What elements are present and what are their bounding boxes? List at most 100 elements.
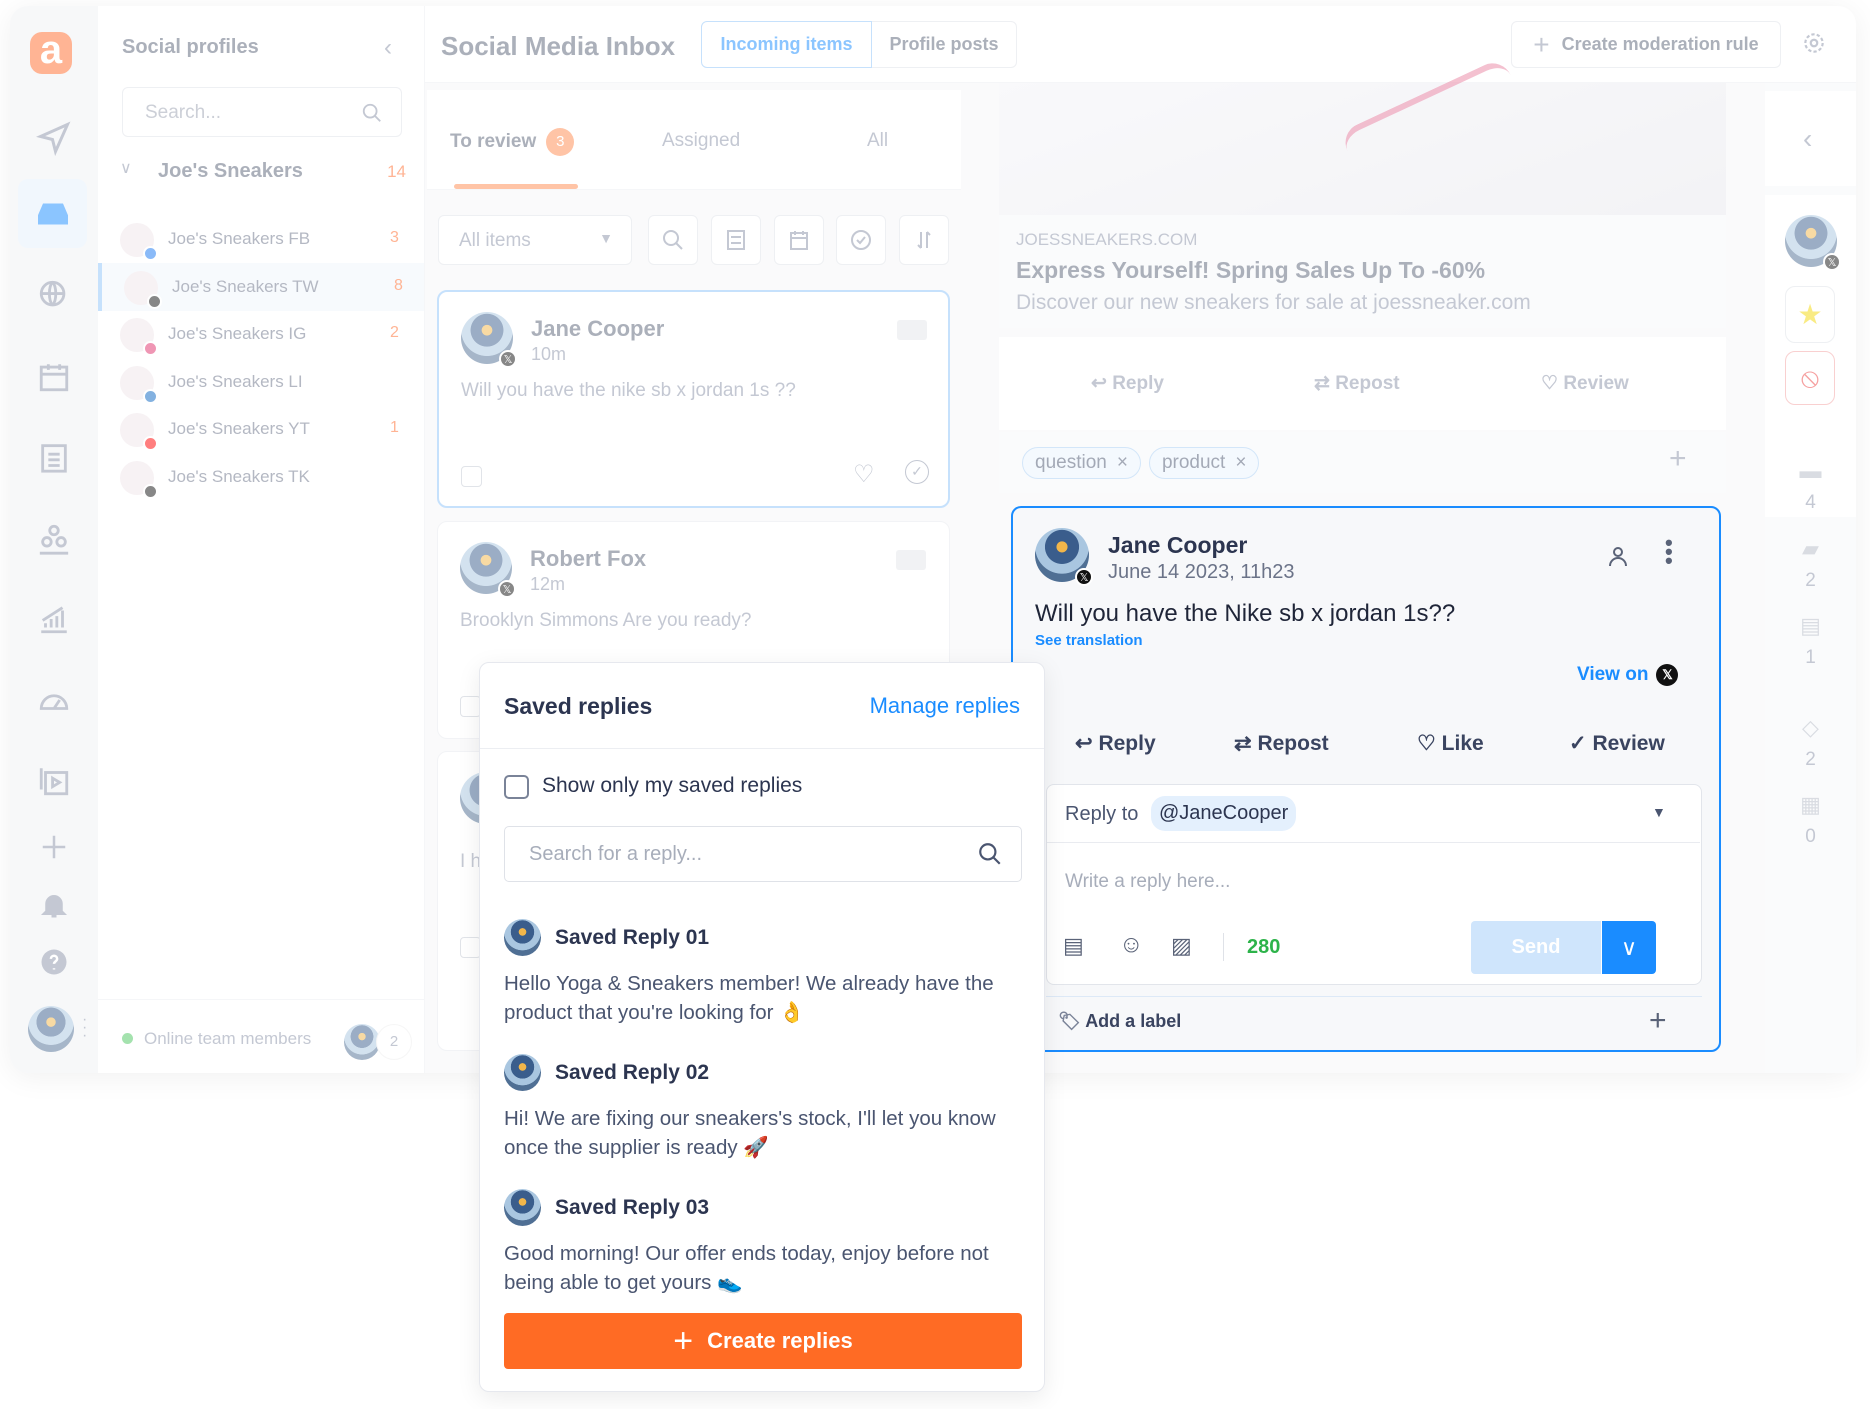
more-options-icon[interactable]: • • •: [1665, 532, 1673, 572]
emoji-icon[interactable]: ☺: [1119, 931, 1144, 959]
globe-search-icon[interactable]: [32, 273, 76, 317]
view-on-x-link[interactable]: View on 𝕏: [1577, 664, 1679, 686]
tag-chip[interactable]: question ×: [1022, 446, 1141, 479]
select-checkbox[interactable]: [460, 937, 481, 958]
review-filter-button[interactable]: [836, 215, 886, 265]
saved-reply-item[interactable]: Saved Reply 01 Hello Yoga & Sneakers mem…: [504, 919, 1024, 1054]
clipboard-icon[interactable]: [32, 435, 76, 479]
review-action[interactable]: ✓ Review: [1569, 731, 1665, 756]
profile-name: Joe's Sneakers TK: [168, 466, 310, 486]
block-user-button[interactable]: ⦸: [1785, 351, 1835, 405]
user-avatar[interactable]: [28, 1006, 74, 1052]
online-count[interactable]: 2: [376, 1024, 412, 1060]
create-replies-button[interactable]: + Create replies: [504, 1313, 1022, 1369]
plus-icon[interactable]: [32, 825, 76, 869]
chevron-down-icon: ∨: [120, 160, 132, 177]
profile-item[interactable]: Joe's Sneakers FB 3: [98, 215, 424, 263]
manage-replies-link[interactable]: Manage replies: [870, 693, 1020, 719]
search-button[interactable]: [648, 215, 698, 265]
reply-title: Saved Reply 02: [555, 1061, 710, 1084]
add-label-plus-icon[interactable]: +: [1649, 1004, 1667, 1038]
show-only-mine-checkbox[interactable]: [504, 775, 529, 799]
profile-item[interactable]: Joe's Sneakers YT 1: [98, 405, 424, 453]
add-label-button[interactable]: 🏷︎ Add a label: [1058, 1011, 1181, 1032]
reply-text-input[interactable]: Write a reply here...: [1065, 871, 1665, 893]
create-moderation-rule-button[interactable]: + Create moderation rule: [1511, 21, 1781, 68]
assign-user-icon[interactable]: [1603, 541, 1633, 571]
remove-tag-icon[interactable]: ×: [1235, 452, 1246, 474]
like-icon[interactable]: ♡: [853, 460, 875, 489]
favorite-star-button[interactable]: ★: [1785, 286, 1835, 343]
group-joes-sneakers[interactable]: ∨ Joe's Sneakers 14: [118, 154, 408, 190]
tags-row: question × product × +: [999, 432, 1726, 493]
dashboard-icon[interactable]: [32, 678, 76, 722]
post-repost-button[interactable]: ⇄ Repost: [1314, 372, 1400, 395]
date-filter-button[interactable]: [774, 215, 824, 265]
filter-settings-button[interactable]: [711, 215, 761, 265]
tab-profile-posts[interactable]: Profile posts: [872, 21, 1017, 68]
collapse-panel-icon[interactable]: ‹: [384, 34, 392, 62]
reply-to-handle: @JaneCooper: [1151, 796, 1297, 831]
select-checkbox[interactable]: [460, 696, 481, 717]
tab-to-review[interactable]: To review 3: [450, 128, 575, 156]
send-icon[interactable]: [32, 116, 76, 160]
send-button[interactable]: Send: [1471, 921, 1601, 974]
reply-search-input[interactable]: Search for a reply...: [504, 826, 1022, 882]
profile-item[interactable]: Joe's Sneakers TK: [98, 453, 424, 501]
user-menu-dots-icon[interactable]: · · ·: [82, 1012, 87, 1044]
analytics-icon[interactable]: [32, 597, 76, 641]
reply-action[interactable]: ↩ Reply: [1075, 731, 1156, 756]
profile-item[interactable]: Joe's Sneakers IG 2: [98, 310, 424, 358]
author-avatar[interactable]: 𝕏: [1035, 528, 1093, 586]
calendar-icon[interactable]: [32, 355, 76, 399]
reply-to-selector[interactable]: Reply to @JaneCooper ▼: [1047, 785, 1700, 843]
review-check-icon[interactable]: ✓: [905, 460, 929, 484]
saved-replies-icon[interactable]: ▤: [1063, 933, 1084, 959]
repost-action[interactable]: ⇄ Repost: [1234, 731, 1329, 756]
settings-gear-icon[interactable]: [1799, 28, 1829, 58]
tag-icon: ◇: [1802, 715, 1819, 740]
profile-name: Joe's Sneakers YT: [168, 419, 310, 438]
team-icon[interactable]: [32, 517, 76, 561]
tab-all[interactable]: All: [867, 130, 888, 152]
profile-name: Joe's Sneakers IG: [168, 324, 307, 343]
contact-avatar[interactable]: 𝕏: [1785, 215, 1841, 271]
link-preview[interactable]: JOESSNEAKERS.COM Express Yourself! Sprin…: [999, 215, 1726, 328]
tab-assigned[interactable]: Assigned: [662, 130, 740, 152]
author-name: Jane Cooper: [1108, 532, 1248, 558]
add-tag-icon[interactable]: +: [1669, 442, 1687, 476]
image-upload-icon[interactable]: ▨: [1171, 933, 1192, 959]
inbox-tabs: To review 3 Assigned All: [427, 90, 961, 190]
post-review-button[interactable]: ♡ Review: [1541, 372, 1629, 395]
reply-body: Hi! We are fixing our sneakers's stock, …: [504, 1107, 996, 1159]
profile-item[interactable]: Joe's Sneakers TW 8: [98, 262, 424, 311]
collapse-right-icon[interactable]: ‹: [1803, 123, 1812, 155]
saved-reply-item[interactable]: Saved Reply 02 Hi! We are fixing our sne…: [504, 1054, 1024, 1189]
inbox-item-card[interactable]: 𝕏 Jane Cooper 10m Will you have the nike…: [437, 290, 950, 508]
send-options-chevron-icon[interactable]: ∨: [1602, 921, 1656, 974]
author-avatar: 𝕏: [460, 542, 516, 598]
x-network-icon: 𝕏: [498, 580, 516, 598]
author-avatar: 𝕏: [461, 312, 517, 368]
bell-icon[interactable]: [32, 883, 76, 927]
inbox-icon[interactable]: [18, 179, 87, 248]
sort-button[interactable]: [899, 215, 949, 265]
like-action[interactable]: ♡ Like: [1417, 731, 1484, 756]
divider: [1046, 996, 1702, 997]
saved-reply-item[interactable]: Saved Reply 03 Good morning! Our offer e…: [504, 1189, 1024, 1299]
see-translation-link[interactable]: See translation: [1035, 632, 1143, 649]
tab-incoming-items[interactable]: Incoming items: [701, 21, 872, 68]
post-reply-button[interactable]: ↩ Reply: [1091, 372, 1164, 395]
profile-search-input[interactable]: Search...: [122, 87, 402, 137]
caret-down-icon: ▼: [599, 230, 613, 246]
items-filter-dropdown[interactable]: All items ▼: [438, 215, 632, 265]
profile-item[interactable]: Joe's Sneakers LI: [98, 358, 424, 406]
media-library-icon[interactable]: [32, 759, 76, 803]
facebook-icon: [143, 246, 158, 261]
select-checkbox[interactable]: [461, 466, 482, 487]
card-type-icon: [896, 550, 926, 570]
remove-tag-icon[interactable]: ×: [1117, 452, 1128, 474]
tag-chip[interactable]: product ×: [1148, 446, 1260, 479]
team-member-avatar[interactable]: [344, 1024, 380, 1060]
help-icon[interactable]: [32, 940, 76, 984]
